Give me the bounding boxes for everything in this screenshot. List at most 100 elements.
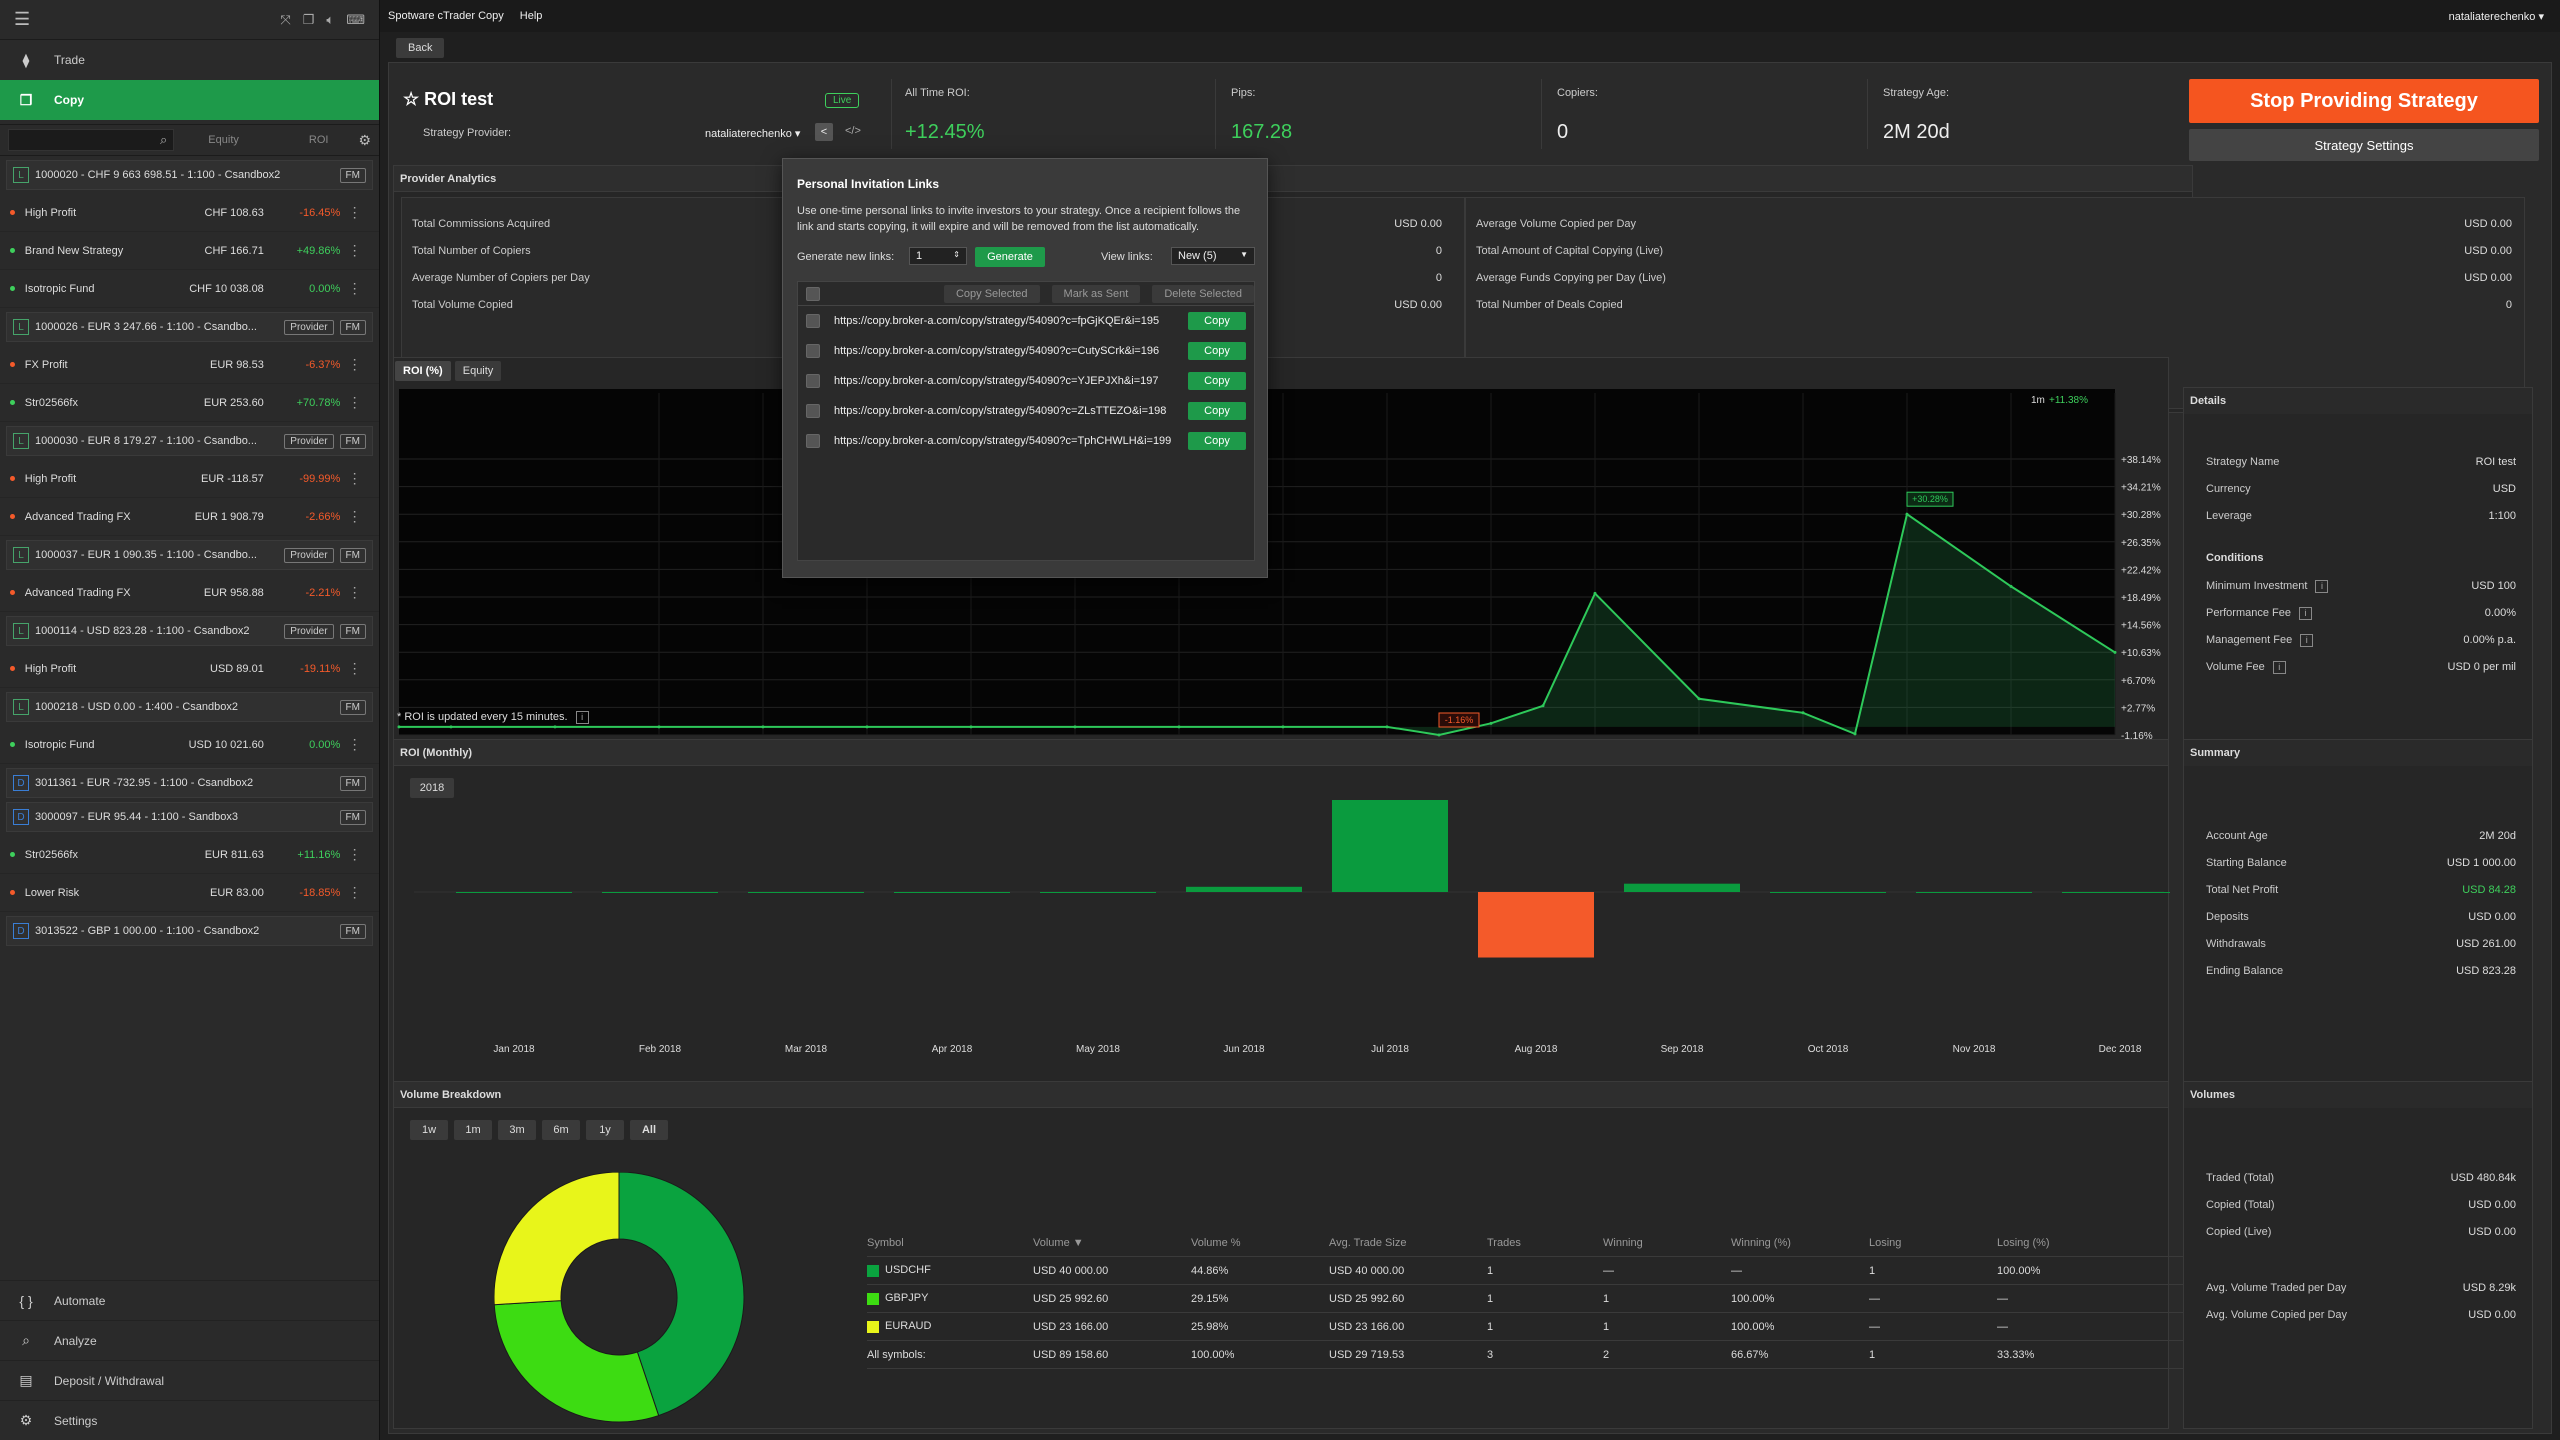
hamburger-menu-icon[interactable]: ☰ [14,9,30,30]
copy-link-button[interactable]: Copy [1188,402,1246,420]
column-header[interactable]: Trades [1487,1237,1603,1249]
kebab-menu-icon[interactable]: ⋮ [340,356,369,373]
share-icon[interactable]: < [815,123,833,141]
year-2018-button[interactable]: 2018 [410,778,454,798]
invitation-link-url[interactable]: https://copy.broker-a.com/copy/strategy/… [834,345,1174,357]
account-row[interactable]: L 1000218 - USD 0.00 - 1:400 - Csandbox2 F… [6,692,373,722]
range-1y[interactable]: 1y [586,1120,624,1140]
column-header[interactable]: Losing [1869,1237,1997,1249]
user-menu[interactable]: nataliaterechenko ▾ [2449,10,2544,23]
kebab-menu-icon[interactable]: ⋮ [340,508,369,525]
info-icon[interactable]: i [2298,607,2312,620]
strategy-settings-button[interactable]: Strategy Settings [2189,129,2539,161]
info-icon[interactable]: i [575,711,589,724]
column-header[interactable]: Winning [1603,1237,1731,1249]
copy-link-button[interactable]: Copy [1188,372,1246,390]
account-row[interactable]: D 3000097 - EUR 95.44 - 1:100 - Sandbox3 F… [6,802,373,832]
link-checkbox[interactable] [806,344,820,358]
column-header[interactable]: Avg. Trade Size [1329,1237,1487,1249]
strategy-row[interactable]: High Profit CHF 108.63 -16.45% ⋮ [0,194,379,232]
kebab-menu-icon[interactable]: ⋮ [340,394,369,411]
range-3m[interactable]: 3m [498,1120,536,1140]
strategy-row[interactable]: Isotropic Fund USD 10 021.60 0.00% ⋮ [0,726,379,764]
range-6m[interactable]: 6m [542,1120,580,1140]
equity-column-header[interactable]: Equity [208,134,239,146]
kebab-menu-icon[interactable]: ⋮ [340,584,369,601]
column-header[interactable]: Losing (%) [1997,1237,2117,1249]
link-checkbox[interactable] [806,374,820,388]
account-row[interactable]: L 1000030 - EUR 8 179.27 - 1:100 - Csandb… [6,426,373,456]
stepper-icon[interactable]: ⇕ [953,250,960,259]
account-search-input[interactable]: ⌕ [8,129,175,151]
embed-code-icon[interactable]: </> [845,125,861,137]
kebab-menu-icon[interactable]: ⋮ [340,470,369,487]
tab-roi[interactable]: ROI (%) [395,361,451,381]
kebab-menu-icon[interactable]: ⋮ [340,736,369,753]
account-row[interactable]: D 3013522 - GBP 1 000.00 - 1:100 - Csandb… [6,916,373,946]
provider-name-dropdown[interactable]: nataliaterechenko ▾ [705,127,800,140]
strategy-row[interactable]: Advanced Trading FX EUR 1 908.79 -2.66% ⋮ [0,498,379,536]
nav-analyze[interactable]: ⌕ Analyze [0,1320,379,1360]
view-links-select[interactable]: New (5) ▼ [1171,247,1255,265]
link-checkbox[interactable] [806,404,820,418]
range-All[interactable]: All [630,1120,668,1140]
strategy-row[interactable]: High Profit USD 89.01 -19.11% ⋮ [0,650,379,688]
strategy-row[interactable]: High Profit EUR -118.57 -99.99% ⋮ [0,460,379,498]
roi-column-header[interactable]: ROI [309,134,329,146]
kebab-menu-icon[interactable]: ⋮ [340,242,369,259]
back-button[interactable]: Back [396,38,445,58]
range-1m[interactable]: 1m [454,1120,492,1140]
generate-button[interactable]: Generate [975,247,1045,267]
link-checkbox[interactable] [806,314,820,328]
strategy-row[interactable]: Brand New Strategy CHF 166.71 +49.86% ⋮ [0,232,379,270]
kebab-menu-icon[interactable]: ⋮ [340,846,369,863]
tab-equity[interactable]: Equity [454,361,502,381]
kebab-menu-icon[interactable]: ⋮ [340,204,369,221]
kebab-menu-icon[interactable]: ⋮ [340,884,369,901]
expand-icon[interactable]: ⤧ [280,12,290,28]
column-header[interactable]: Volume ▼ [1033,1237,1191,1249]
mark-as-sent-button[interactable]: Mark as Sent [1051,284,1141,303]
strategy-row[interactable]: Str02566fx EUR 811.63 +11.16% ⋮ [0,836,379,874]
strategy-row[interactable]: FX Profit EUR 98.53 -6.37% ⋮ [0,346,379,384]
strategy-row[interactable]: Isotropic Fund CHF 10 038.08 0.00% ⋮ [0,270,379,308]
link-checkbox[interactable] [806,434,820,448]
invitation-link-url[interactable]: https://copy.broker-a.com/copy/strategy/… [834,375,1174,387]
gear-icon[interactable]: ⚙ [358,132,371,149]
copy-link-button[interactable]: Copy [1188,312,1246,330]
range-1w[interactable]: 1w [410,1120,448,1140]
nav-deposit-withdrawal[interactable]: ▤ Deposit / Withdrawal [0,1360,379,1400]
keyboard-icon[interactable]: ⌨ [346,12,365,28]
account-row[interactable]: L 1000037 - EUR 1 090.35 - 1:100 - Csandb… [6,540,373,570]
delete-selected-button[interactable]: Delete Selected [1152,284,1255,303]
select-all-checkbox[interactable] [806,286,820,301]
sound-icon[interactable]: 🔈︎ [326,12,334,28]
info-icon[interactable]: i [2272,661,2286,674]
window-icon[interactable]: ❐ [303,12,315,28]
copy-link-button[interactable]: Copy [1188,342,1246,360]
account-row[interactable]: D 3011361 - EUR -732.95 - 1:100 - Csandbo… [6,768,373,798]
column-header[interactable]: Volume % [1191,1237,1329,1249]
account-row[interactable]: L 1000026 - EUR 3 247.66 - 1:100 - Csandb… [6,312,373,342]
generate-count-input[interactable]: 1 ⇕ [909,247,967,265]
strategy-row[interactable]: Advanced Trading FX EUR 958.88 -2.21% ⋮ [0,574,379,612]
column-header[interactable]: Winning (%) [1731,1237,1869,1249]
invitation-link-url[interactable]: https://copy.broker-a.com/copy/strategy/… [834,435,1174,447]
info-icon[interactable]: i [2315,580,2329,593]
account-row[interactable]: L 1000020 - CHF 9 663 698.51 - 1:100 - Cs… [6,160,373,190]
account-row[interactable]: L 1000114 - USD 823.28 - 1:100 - Csandbox… [6,616,373,646]
stop-providing-button[interactable]: Stop Providing Strategy [2189,79,2539,123]
nav-settings[interactable]: ⚙ Settings [0,1400,379,1440]
copy-link-button[interactable]: Copy [1188,432,1246,450]
invitation-link-url[interactable]: https://copy.broker-a.com/copy/strategy/… [834,405,1174,417]
nav-automate[interactable]: { } Automate [0,1280,379,1320]
help-menu[interactable]: Help [520,10,543,22]
info-icon[interactable]: i [2300,634,2314,647]
strategy-row[interactable]: Lower Risk EUR 83.00 -18.85% ⋮ [0,874,379,912]
kebab-menu-icon[interactable]: ⋮ [340,280,369,297]
nav-copy[interactable]: ❐ Copy [0,80,379,120]
kebab-menu-icon[interactable]: ⋮ [340,660,369,677]
copy-selected-button[interactable]: Copy Selected [943,284,1040,303]
nav-trade[interactable]: ⧫ Trade [0,40,379,80]
strategy-row[interactable]: Str02566fx EUR 253.60 +70.78% ⋮ [0,384,379,422]
